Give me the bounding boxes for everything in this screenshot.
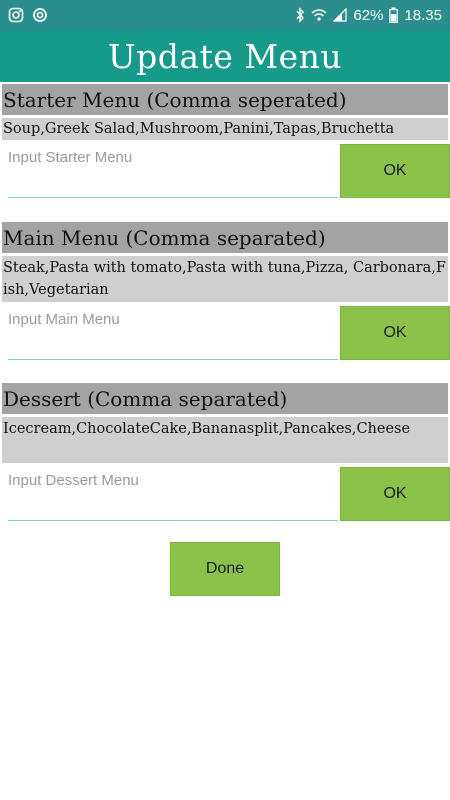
page-title: Update Menu [107, 36, 343, 76]
signal-icon [333, 8, 348, 22]
dessert-menu-content: Icecream,ChocolateCake,Bananasplit,Panca… [2, 417, 448, 463]
main-menu-input[interactable] [8, 306, 338, 360]
status-bar: 62% 18.35 [0, 0, 450, 30]
main-menu-content: Steak,Pasta with tomato,Pasta with tuna,… [2, 256, 448, 302]
status-right: 62% 18.35 [295, 7, 442, 24]
dessert-menu-header: Dessert (Comma separated) [2, 383, 448, 414]
main-input-wrap [8, 306, 338, 360]
dessert-input-wrap [8, 467, 338, 521]
starter-ok-button[interactable]: OK [340, 144, 450, 198]
status-time: 18.35 [404, 6, 442, 24]
dessert-ok-button[interactable]: OK [340, 467, 450, 521]
bluetooth-icon [295, 7, 305, 23]
status-left-icons [8, 7, 48, 23]
starter-menu-content: Soup,Greek Salad,Mushroom,Panini,Tapas,B… [2, 118, 448, 140]
battery-icon [389, 7, 399, 23]
starter-input-wrap [8, 144, 338, 198]
main-menu-header: Main Menu (Comma separated) [2, 222, 448, 253]
starter-menu-header: Starter Menu (Comma seperated) [2, 84, 448, 115]
starter-menu-input[interactable] [8, 144, 338, 198]
done-button[interactable]: Done [170, 542, 280, 596]
instagram-icon [8, 7, 24, 23]
sync-icon [32, 7, 48, 23]
main-ok-button[interactable]: OK [340, 306, 450, 360]
battery-label: 62% [353, 6, 384, 24]
wifi-icon [311, 8, 327, 22]
dessert-menu-input[interactable] [8, 467, 338, 521]
app-bar: Update Menu [0, 30, 450, 82]
